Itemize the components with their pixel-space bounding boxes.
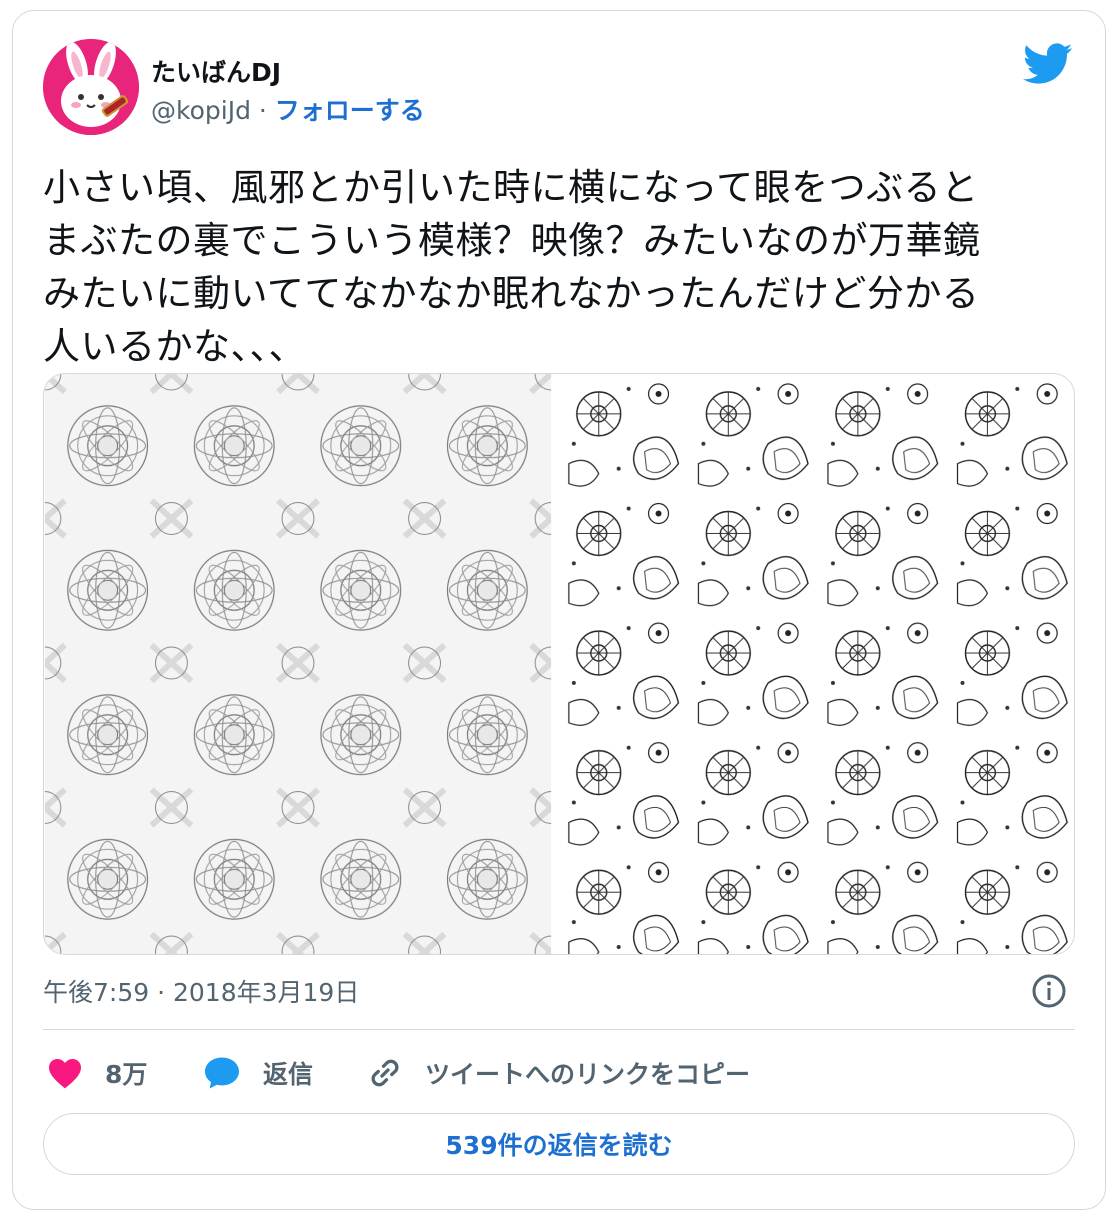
copy-link-action[interactable]: ツイートへのリンクをコピー <box>367 1053 750 1093</box>
read-replies-button[interactable]: 539件の返信を読む <box>43 1113 1075 1175</box>
handle-row: @kopiJd · フォローする <box>151 91 425 127</box>
reply-action[interactable]: 返信 <box>203 1053 313 1093</box>
copy-link-label: ツイートへのリンクをコピー <box>425 1060 751 1089</box>
link-icon <box>371 1059 399 1087</box>
separator: · <box>250 96 275 125</box>
tweet-timestamp[interactable]: 午後7:59 · 2018年3月19日 <box>43 973 359 1009</box>
tweet-text: 小さい頃、風邪とか引いた時に横になって眼をつぶると まぶたの裏でこういう模様？映… <box>43 161 1083 373</box>
info-icon[interactable] <box>1031 973 1067 1009</box>
heart-icon <box>49 1059 81 1089</box>
user-handle[interactable]: @kopiJd <box>151 96 251 125</box>
kaleidoscope-pattern-image[interactable] <box>44 374 552 954</box>
tweet-media[interactable] <box>43 373 1075 955</box>
twitter-bird-icon[interactable] <box>1023 43 1073 85</box>
tweet-line: まぶたの裏でこういう模様？映像？みたいなのが万華鏡 <box>43 219 981 262</box>
rabbit-avatar-image <box>43 39 139 135</box>
tweet-line: 人いるかな、、、 <box>43 325 306 368</box>
reply-label: 返信 <box>263 1060 314 1089</box>
speech-bubble-icon <box>205 1057 239 1089</box>
tweet-line: 小さい頃、風邪とか引いた時に横になって眼をつぶると <box>43 166 979 209</box>
tweet-card: たいばんDJ @kopiJd · フォローする 小さい頃、風邪とか引いた時に横に… <box>12 10 1106 1210</box>
like-action[interactable]: 8万 <box>47 1053 147 1093</box>
follow-button[interactable]: フォローする <box>275 96 425 125</box>
like-count: 8万 <box>105 1060 148 1089</box>
divider <box>43 1029 1075 1030</box>
floral-doodle-pattern-image[interactable] <box>558 374 1075 954</box>
avatar[interactable] <box>43 39 139 135</box>
display-name[interactable]: たいばんDJ <box>151 53 281 89</box>
tweet-line: みたいに動いててなかなか眠れなかったんだけど分かる <box>43 272 980 315</box>
